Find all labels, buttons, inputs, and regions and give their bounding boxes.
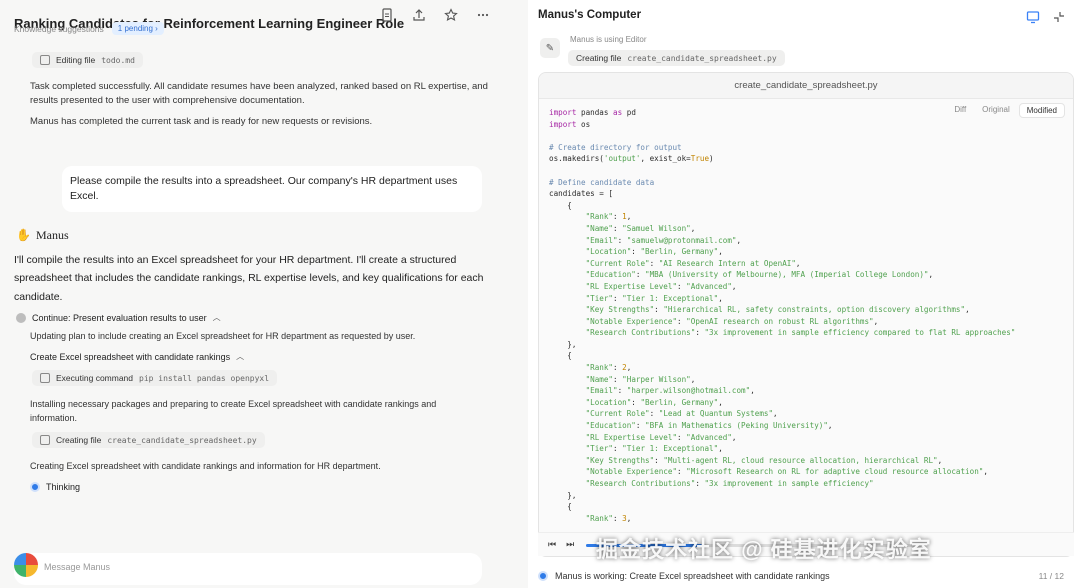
code-line: import os xyxy=(549,119,591,129)
more-icon[interactable] xyxy=(476,8,490,22)
code-line: "Notable Experience": "OpenAI research o… xyxy=(585,316,879,326)
code-line: { xyxy=(549,502,572,512)
code-line: "Research Contributions": "3x improvemen… xyxy=(585,328,1016,338)
code-line: # Define candidate data xyxy=(549,177,655,187)
thinking-indicator: Thinking xyxy=(30,482,80,492)
monitor-icon[interactable] xyxy=(1026,10,1040,24)
edit-icon xyxy=(40,55,50,65)
message-composer[interactable]: Message Manus xyxy=(14,553,482,585)
code-line: candidates = [ xyxy=(549,189,614,199)
code-line: # Create directory for output xyxy=(549,142,682,152)
creating-paragraph: Creating Excel spreadsheet with candidat… xyxy=(30,461,381,471)
code-content: import pandas as pd import os # Create di… xyxy=(549,107,1015,524)
status-text: Manus is working: Create Excel spreadshe… xyxy=(555,571,830,581)
skip-forward-icon[interactable]: ⏭ xyxy=(566,539,574,550)
code-line: "Rank": 3, xyxy=(585,513,632,523)
code-line: "Email": "samuelw@protonmail.com", xyxy=(585,235,742,245)
using-editor-label: Manus is using Editor xyxy=(570,35,647,44)
agent-reply: I'll compile the results into an Excel s… xyxy=(14,254,484,303)
completed-status-icon xyxy=(16,312,26,323)
code-line: "Research Contributions": "3x improvemen… xyxy=(585,479,874,488)
code-line: "Current Role": "AI Research Intern at O… xyxy=(585,258,801,268)
watermark-text: 掘金技术社区 @ 硅基进化实验室 xyxy=(596,537,932,562)
tab-modified[interactable]: Modified xyxy=(1018,103,1065,118)
ready-paragraph: Manus has completed the current task and… xyxy=(30,116,373,127)
chat-pane: Ranking Candidates for Reinforcement Lea… xyxy=(0,0,528,588)
code-line: os.makedirs('output', exist_ok=True) xyxy=(549,154,714,164)
working-status-icon xyxy=(538,571,548,581)
computer-title: Manus's Computer xyxy=(538,9,642,21)
collapse-icon[interactable] xyxy=(1052,10,1066,24)
code-line: "Email": "harper.wilson@hotmail.com", xyxy=(585,386,755,396)
editor-app-icon: ✎ xyxy=(540,38,560,58)
code-line: { xyxy=(549,351,572,361)
edit-icon xyxy=(40,435,50,445)
share-file-icon[interactable] xyxy=(380,8,394,22)
knowledge-suggestions[interactable]: Knowledge suggestions 1 pending › xyxy=(14,22,164,35)
editor-action-chip: Creating file create_candidate_spreadshe… xyxy=(568,50,785,66)
thinking-status-icon xyxy=(30,482,40,492)
user-message: Please compile the results into a spread… xyxy=(62,166,482,213)
code-line: { xyxy=(549,200,572,210)
code-line: }, xyxy=(549,490,577,500)
status-bar: Manus is working: Create Excel spreadshe… xyxy=(538,566,1074,586)
kb-pending-pill[interactable]: 1 pending › xyxy=(111,22,164,35)
code-line: "Key Strengths": "Multi-agent RL, cloud … xyxy=(585,455,943,465)
computer-actions xyxy=(1026,10,1066,24)
step-creating-file[interactable]: Creating file create_candidate_spreadshe… xyxy=(32,432,265,448)
code-line: "RL Expertise Level": "Advanced", xyxy=(585,281,737,291)
plan1-detail: Updating plan to include creating an Exc… xyxy=(30,331,416,341)
step-editing-file[interactable]: Editing file todo.md xyxy=(32,52,143,68)
header-actions xyxy=(380,8,490,22)
app-logo-icon xyxy=(14,553,38,577)
chevron-up-icon[interactable]: ︿ xyxy=(213,312,221,323)
code-line: }, xyxy=(549,339,577,349)
skip-back-icon[interactable]: ⏮ xyxy=(548,539,556,550)
step-executing-command[interactable]: Executing command pip install pandas ope… xyxy=(32,370,278,386)
code-line: "Tier": "Tier 1: Exceptional", xyxy=(585,293,723,303)
code-line: "Tier": "Tier 1: Exceptional", xyxy=(585,444,723,454)
code-line: "Rank": 1, xyxy=(585,212,632,222)
manus-icon: ✋ xyxy=(16,228,31,242)
code-line: "Rank": 2, xyxy=(585,363,632,373)
kb-label: Knowledge suggestions xyxy=(14,23,104,34)
plan-step-create-spreadsheet[interactable]: Create Excel spreadsheet with candidate … xyxy=(30,351,244,362)
code-line: "Name": "Harper Wilson", xyxy=(585,374,696,384)
code-line: "Education": "BFA in Mathematics (Peking… xyxy=(585,421,833,431)
code-line: "RL Expertise Level": "Advanced", xyxy=(585,432,737,442)
agent-label: ✋ Manus xyxy=(16,228,69,242)
step-counter: 11 / 12 xyxy=(1038,571,1064,581)
upload-icon[interactable] xyxy=(412,8,426,22)
code-line: import pandas as pd xyxy=(549,108,636,117)
install-paragraph: Installing necessary packages and prepar… xyxy=(30,399,437,423)
code-line: "Name": "Samuel Wilson", xyxy=(585,223,696,233)
computer-pane: Manus's Computer ✎ Manus is using Editor… xyxy=(528,0,1080,588)
star-icon[interactable] xyxy=(444,8,458,22)
terminal-icon xyxy=(40,373,50,383)
code-editor[interactable]: create_candidate_spreadsheet.py Diff Ori… xyxy=(538,72,1074,557)
code-line: "Location": "Berlin, Germany", xyxy=(585,397,723,407)
code-line: "Education": "MBA (University of Melbour… xyxy=(585,270,934,280)
chevron-up-icon[interactable]: ︿ xyxy=(236,351,244,362)
composer-placeholder: Message Manus xyxy=(44,562,111,572)
code-line: "Current Role": "Lead at Quantum Systems… xyxy=(585,409,778,419)
code-line: "Key Strengths": "Hierarchical RL, safet… xyxy=(585,305,970,315)
code-line: "Location": "Berlin, Germany", xyxy=(585,247,723,257)
plan-step-present[interactable]: Continue: Present evaluation results to … xyxy=(16,312,221,323)
code-line: "Notable Experience": "Microsoft Researc… xyxy=(585,467,988,477)
editor-filename: create_candidate_spreadsheet.py xyxy=(539,73,1073,99)
completed-paragraph: Task completed successfully. All candida… xyxy=(30,81,488,107)
